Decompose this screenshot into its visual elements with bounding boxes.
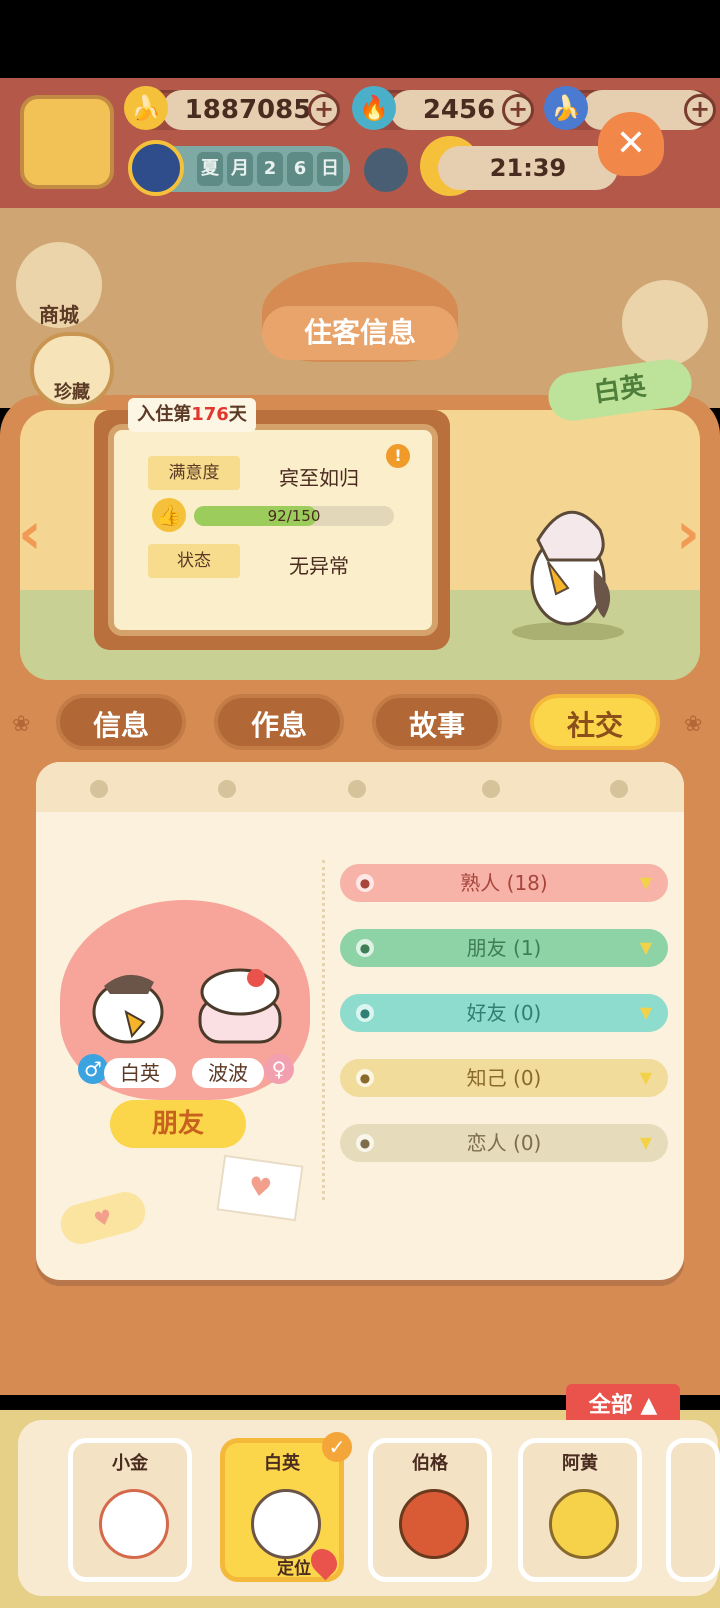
add-premium-button[interactable]: +	[684, 94, 716, 126]
collection-label: 珍藏	[54, 382, 90, 403]
stay-prefix: 入住第	[137, 404, 192, 425]
chat-bubble-icon: ●	[356, 939, 374, 957]
paper-hole	[218, 780, 236, 798]
pair-left-name: 白英	[104, 1058, 176, 1088]
chat-bubble-icon: ●	[356, 1134, 374, 1152]
resident-card[interactable]: 阿黄	[518, 1438, 642, 1582]
dog-portrait-icon	[549, 1489, 619, 1559]
resident-character[interactable]	[508, 490, 628, 640]
chat-bubble-icon: ●	[356, 874, 374, 892]
bobo-portrait	[198, 968, 282, 1044]
stay-days: 176	[191, 404, 229, 425]
add-flame-button[interactable]: +	[502, 94, 534, 126]
check-icon: ✓	[322, 1432, 352, 1462]
relation-friend[interactable]: ● 朋友 (1) ▼	[340, 929, 668, 967]
resident-card[interactable]: 伯格	[368, 1438, 492, 1582]
blue-banana-icon: 🍌	[544, 86, 588, 130]
thumbs-up-icon: 👍	[152, 498, 186, 532]
shop-label: 商城	[39, 303, 79, 327]
resident-card-name: 伯格	[412, 1453, 448, 1474]
date-char: 6	[287, 152, 313, 186]
resident-card-partial[interactable]	[666, 1438, 720, 1582]
chat-bubble-icon: ●	[356, 1004, 374, 1022]
satisfaction-value: 宾至如归	[279, 466, 359, 490]
cat-portrait-icon	[99, 1489, 169, 1559]
relation-label: 知己 (0)	[466, 1066, 542, 1090]
date-char: 月	[227, 152, 253, 186]
letter-icon[interactable]: ♥	[216, 1154, 304, 1222]
banana-icon: 🍌	[124, 86, 168, 130]
paper-hole	[482, 780, 500, 798]
paper-divider	[322, 860, 325, 1200]
relation-acquaintance[interactable]: ● 熟人 (18) ▼	[340, 864, 668, 902]
female-icon: ♀	[264, 1054, 294, 1084]
relation-label: 好友 (0)	[466, 1001, 542, 1025]
shop-button[interactable]: 商城	[16, 242, 102, 328]
relation-confidant[interactable]: ● 知己 (0) ▼	[340, 1059, 668, 1097]
relation-label: 朋友 (1)	[466, 936, 542, 960]
relation-lover[interactable]: ● 恋人 (0) ▼	[340, 1124, 668, 1162]
status-label: 状态	[148, 544, 240, 578]
date-char: 2	[257, 152, 283, 186]
add-banana-button[interactable]: +	[308, 94, 340, 126]
stay-days-label: 入住第176天	[128, 398, 256, 432]
stay-suffix: 天	[228, 404, 247, 425]
filter-label: 全部	[588, 1393, 633, 1418]
burger-portrait-icon	[399, 1489, 469, 1559]
resident-card-name: 阿黄	[562, 1453, 598, 1474]
collection-button[interactable]: 珍藏	[30, 332, 114, 408]
status-value: 无异常	[289, 554, 349, 578]
paw-icon: ❀	[12, 712, 31, 737]
chat-bubble-icon: ●	[356, 1069, 374, 1087]
alert-icon[interactable]: !	[386, 444, 410, 468]
tab-social[interactable]: 社交	[530, 694, 660, 750]
chevron-down-icon: ▼	[639, 1068, 652, 1087]
weather-icon[interactable]	[364, 148, 408, 192]
next-resident-arrow-icon[interactable]: ›	[664, 500, 712, 566]
player-avatar[interactable]	[20, 95, 114, 189]
paper-hole	[610, 780, 628, 798]
locate-label: 定位	[277, 1559, 311, 1579]
satisfaction-progress: 92/150	[267, 507, 321, 525]
paper-hole	[348, 780, 366, 798]
tab-info[interactable]: 信息	[56, 694, 186, 750]
chevron-down-icon: ▼	[639, 1003, 652, 1022]
bird-portrait-icon	[251, 1489, 321, 1559]
relation-good-friend[interactable]: ● 好友 (0) ▼	[340, 994, 668, 1032]
relation-label: 熟人 (18)	[460, 871, 548, 895]
pair-right-name: 波波	[192, 1058, 264, 1088]
flame-counter: 🔥 2456 +	[352, 86, 534, 130]
resident-card[interactable]: 小金	[68, 1438, 192, 1582]
moon-clock-icon	[128, 140, 184, 196]
tab-story[interactable]: 故事	[372, 694, 502, 750]
banana-counter: 🍌 1887085 +	[124, 86, 340, 130]
paper-hole	[90, 780, 108, 798]
resident-card-name: 白英	[264, 1453, 300, 1474]
resident-card-name: 小金	[112, 1453, 148, 1474]
tab-schedule[interactable]: 作息	[214, 694, 344, 750]
paw-icon: ❀	[684, 712, 703, 737]
prev-resident-arrow-icon[interactable]: ‹	[6, 500, 54, 566]
map-button[interactable]	[622, 280, 708, 366]
pair-relation-badge: 朋友	[110, 1100, 246, 1148]
relation-label: 恋人 (0)	[466, 1131, 542, 1155]
flame-icon: 🔥	[352, 86, 396, 130]
date-char: 日	[317, 152, 343, 186]
baiying-portrait	[92, 974, 164, 1044]
chevron-down-icon: ▼	[639, 938, 652, 957]
date-char: 夏	[197, 152, 223, 186]
satisfaction-label: 满意度	[148, 456, 240, 490]
close-icon[interactable]: ✕	[598, 112, 664, 176]
chevron-down-icon: ▼	[639, 1133, 652, 1152]
clock-time: 21:39	[438, 146, 618, 190]
chevron-down-icon: ▼	[639, 873, 652, 892]
panel-title: 住客信息	[262, 306, 458, 360]
